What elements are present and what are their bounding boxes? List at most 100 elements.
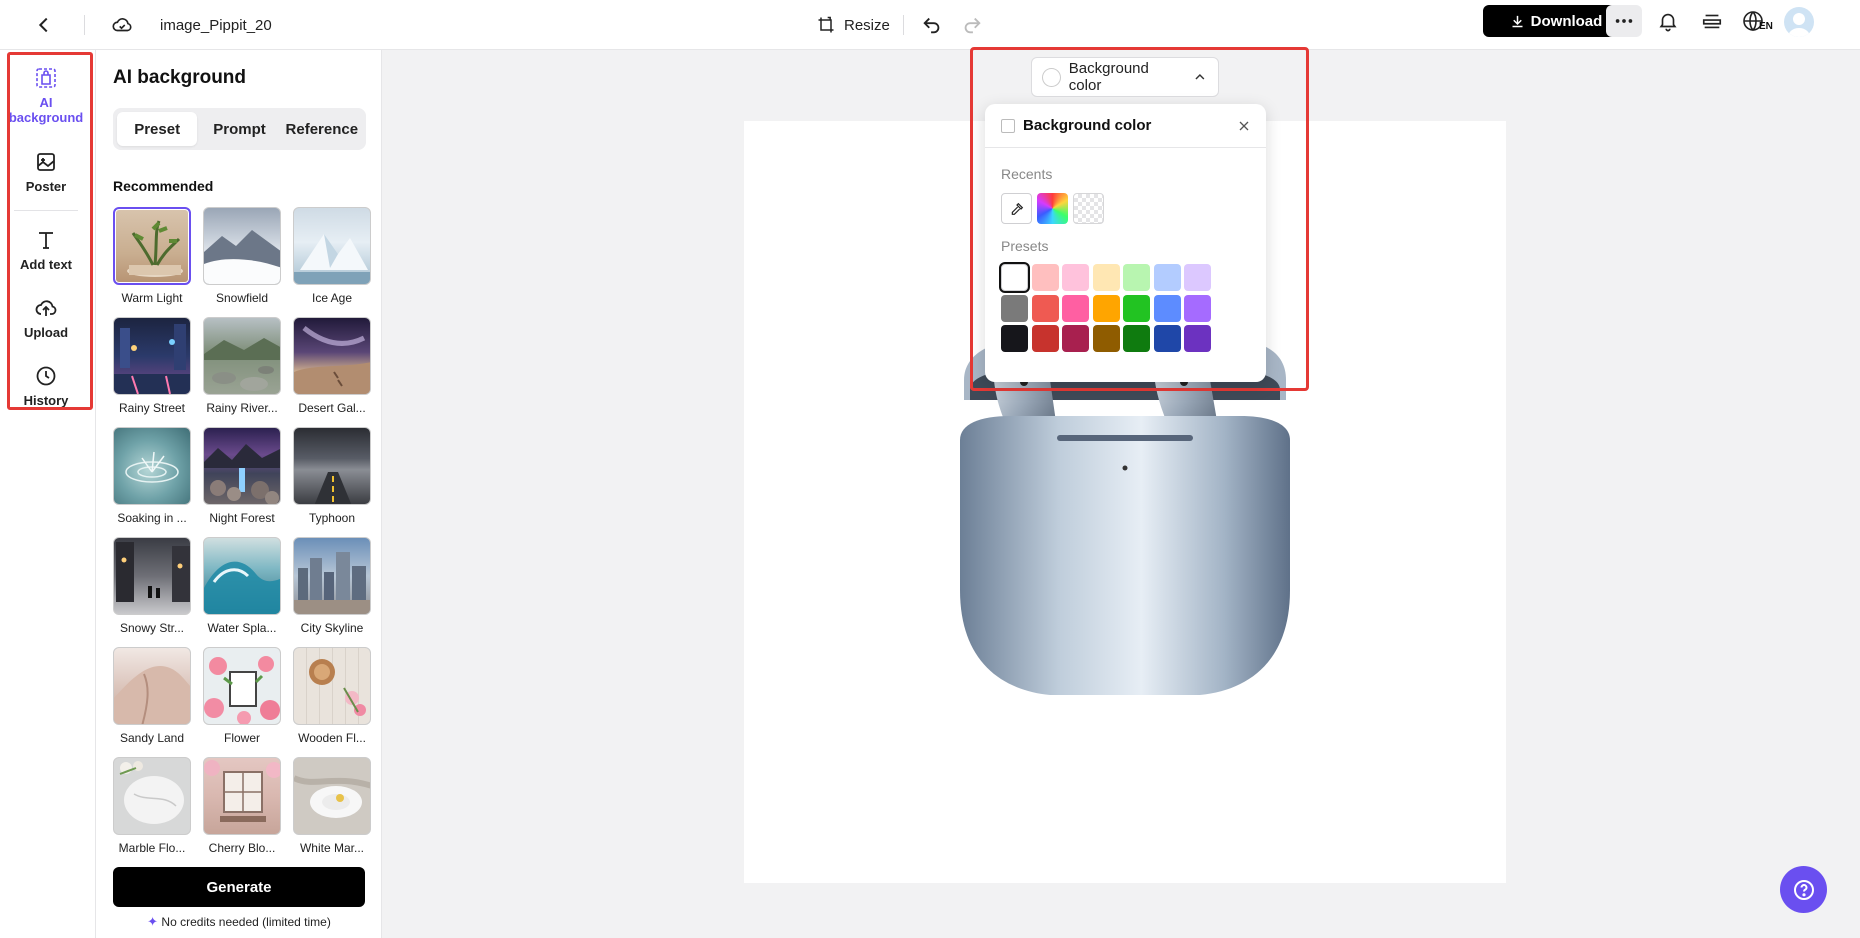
preset-tile-rainy-street[interactable]: Rainy Street <box>113 317 191 427</box>
color-swatch[interactable] <box>1001 325 1028 352</box>
help-button[interactable] <box>1780 866 1827 913</box>
close-icon[interactable] <box>1234 116 1254 136</box>
rail-label: History <box>23 393 69 408</box>
color-swatch[interactable] <box>1001 264 1028 291</box>
preset-label: Night Forest <box>209 511 275 525</box>
rail-label: Poster <box>25 179 67 194</box>
preset-label: Rainy River... <box>206 401 278 415</box>
help-icon <box>1793 879 1814 900</box>
color-swatch[interactable] <box>1123 325 1150 352</box>
preset-tile-snowy-street[interactable]: Snowy Str... <box>113 537 191 647</box>
color-swatch[interactable] <box>1153 294 1181 322</box>
color-swatch[interactable] <box>1001 294 1028 322</box>
color-swatch[interactable] <box>1123 264 1150 291</box>
rail-item-poster[interactable]: Poster <box>10 150 82 194</box>
color-swatch[interactable] <box>1031 264 1059 291</box>
preset-tile-snowfield[interactable]: Snowfield <box>203 207 281 317</box>
cloud-sync-icon[interactable] <box>106 9 138 41</box>
redo-icon[interactable] <box>956 9 988 41</box>
preset-tile-sandy-land[interactable]: Sandy Land <box>113 647 191 757</box>
preset-tile-ice-age[interactable]: Ice Age <box>293 207 371 317</box>
rail-label: Add text <box>20 257 72 272</box>
color-swatch[interactable] <box>1184 294 1211 322</box>
preset-thumbnail <box>293 427 371 505</box>
color-swatch[interactable] <box>1092 325 1120 352</box>
eyedropper-icon <box>1011 202 1023 215</box>
preset-label: Soaking in ... <box>117 511 187 525</box>
color-swatch[interactable] <box>1092 264 1120 291</box>
layers-icon[interactable] <box>1696 5 1728 37</box>
credits-note: ✦ No credits needed (limited time) <box>113 914 365 930</box>
preset-tile-desert-galaxy[interactable]: Desert Gal... <box>293 317 371 427</box>
preset-label: Rainy Street <box>118 401 186 415</box>
avatar[interactable] <box>1784 7 1814 37</box>
resize-icon <box>818 16 834 33</box>
preset-tile-water-splash[interactable]: Water Spla... <box>203 537 281 647</box>
color-swatch[interactable] <box>1031 294 1059 322</box>
color-swatch[interactable] <box>1092 294 1120 322</box>
transparent-swatch[interactable] <box>1073 193 1104 224</box>
preset-tile-typhoon[interactable]: Typhoon <box>293 427 371 537</box>
preset-tile-city-skyline[interactable]: City Skyline <box>293 537 371 647</box>
back-icon[interactable] <box>28 9 60 41</box>
preset-tile-night-forest[interactable]: Night Forest <box>203 427 281 537</box>
preset-tile-rainy-river[interactable]: Rainy River... <box>203 317 281 427</box>
more-options-button[interactable] <box>1606 5 1642 37</box>
resize-button[interactable]: Resize <box>810 9 896 41</box>
color-swatch[interactable] <box>1184 325 1211 352</box>
preset-thumbnail <box>293 317 371 395</box>
background-color-checkbox[interactable] <box>1001 118 1015 133</box>
preset-thumbnail <box>203 537 281 615</box>
chevron-up-icon <box>1195 73 1205 80</box>
color-swatch[interactable] <box>1062 325 1089 352</box>
color-swatch[interactable] <box>1123 294 1150 322</box>
upload-cloud-icon <box>35 300 57 316</box>
preset-thumbnail <box>113 647 191 725</box>
preset-tile-wooden-floor[interactable]: Wooden Fl... <box>293 647 371 757</box>
rail-item-history[interactable]: History <box>10 364 82 408</box>
preset-label: Wooden Fl... <box>298 731 366 745</box>
preset-thumbnail <box>203 647 281 725</box>
rail-item-add-text[interactable]: Add text <box>10 228 82 272</box>
color-swatch[interactable] <box>1184 264 1211 291</box>
color-swatch[interactable] <box>1153 264 1181 291</box>
presets-label: Presets <box>1001 238 1049 254</box>
language-button[interactable]: EN <box>1741 8 1773 34</box>
rail-label: Upload <box>23 325 69 340</box>
preset-thumbnail <box>203 427 281 505</box>
credits-text: No credits needed (limited time) <box>161 915 331 929</box>
color-swatch[interactable] <box>1031 325 1059 352</box>
color-swatch[interactable] <box>1062 294 1089 322</box>
preset-tile-warm-light[interactable]: Warm Light <box>113 207 191 317</box>
color-swatch[interactable] <box>1062 264 1089 291</box>
product-image[interactable] <box>960 340 1290 700</box>
generate-button[interactable]: Generate <box>113 867 365 907</box>
preset-label: Desert Gal... <box>298 401 366 415</box>
download-label: Download <box>1530 12 1603 30</box>
panel-title: AI background <box>113 67 247 88</box>
preset-tile-soaking[interactable]: Soaking in ... <box>113 427 191 537</box>
preset-thumbnail <box>113 207 191 285</box>
preset-tile-white-marble[interactable]: White Mar... <box>293 757 371 867</box>
tab-prompt[interactable]: Prompt <box>199 112 279 146</box>
preset-label: Sandy Land <box>119 731 185 745</box>
tab-preset[interactable]: Preset <box>117 112 198 146</box>
bell-icon[interactable] <box>1652 5 1684 37</box>
tab-reference[interactable]: Reference <box>282 112 362 146</box>
current-color-swatch <box>1042 67 1061 87</box>
ai-background-panel: AI background Preset Prompt Reference Re… <box>96 50 382 938</box>
background-color-button[interactable]: Background color <box>1031 57 1219 97</box>
preset-thumbnail <box>203 757 281 835</box>
preset-tile-cherry-blossom[interactable]: Cherry Blo... <box>203 757 281 867</box>
preset-tile-flower[interactable]: Flower <box>203 647 281 757</box>
preset-thumbnail <box>293 757 371 835</box>
eyedropper-button[interactable] <box>1001 193 1032 224</box>
preset-tile-marble-floor[interactable]: Marble Flo... <box>113 757 191 867</box>
custom-color-swatch[interactable] <box>1037 193 1068 224</box>
rail-item-upload[interactable]: Upload <box>10 296 82 340</box>
undo-icon[interactable] <box>916 9 948 41</box>
preset-label: Warm Light <box>121 291 183 305</box>
document-title[interactable]: image_Pippit_20 <box>160 12 272 38</box>
rail-item-ai-background[interactable]: AI background <box>9 66 83 125</box>
color-swatch[interactable] <box>1153 325 1181 352</box>
